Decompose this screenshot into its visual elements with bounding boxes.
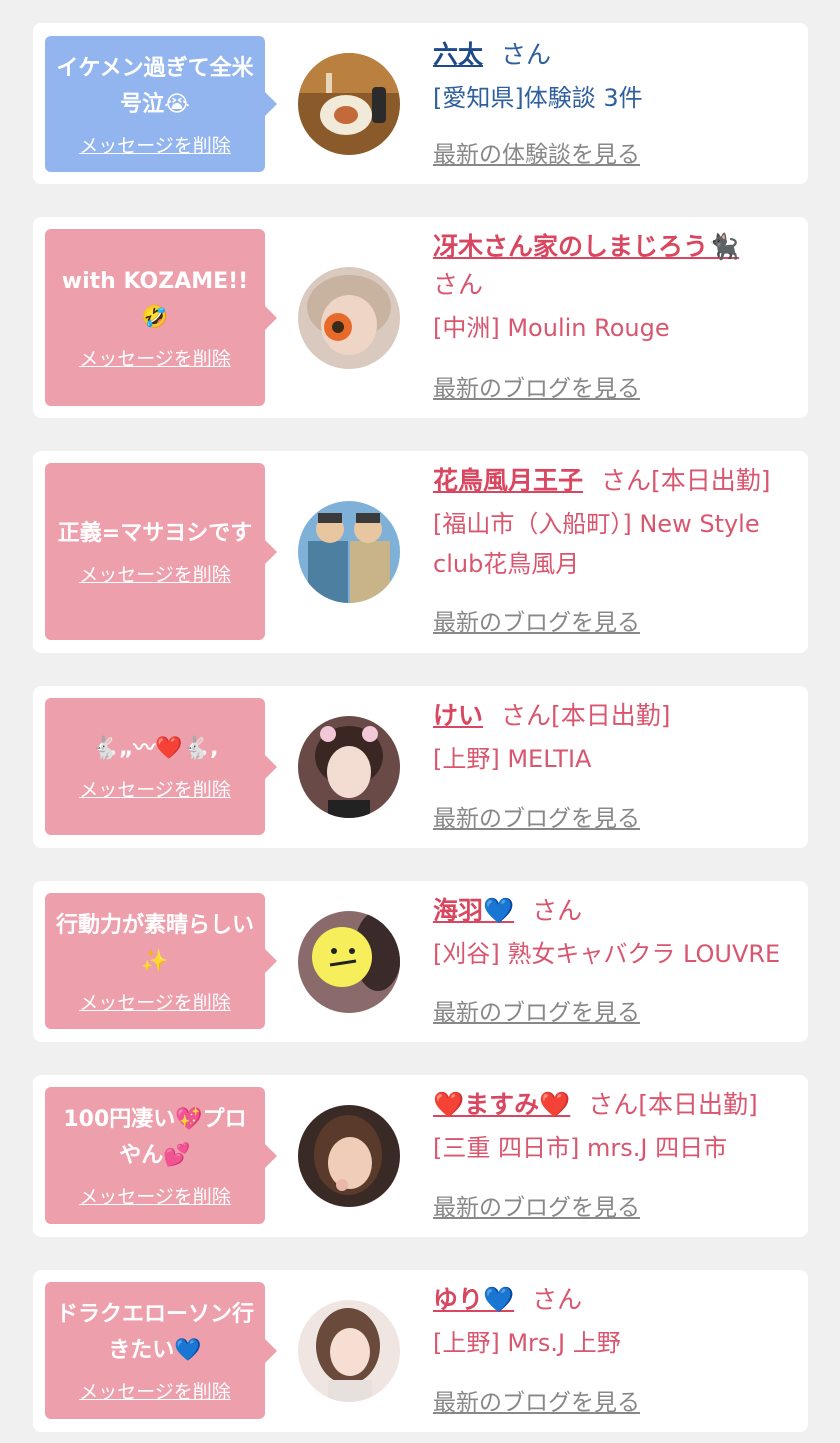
cast-name-link[interactable]: けい (433, 701, 483, 730)
message-bubble: ドラクエローソン行きたい💙 メッセージを削除 (45, 1282, 277, 1419)
honorific: さん (433, 270, 484, 299)
favorite-card: ドラクエローソン行きたい💙 メッセージを削除 ゆり💙 さん [上野] Mrs.J … (33, 1270, 808, 1432)
cast-info: けい さん[本日出勤] [上野] MELTIA (433, 697, 802, 779)
latest-link[interactable]: 最新のブログを見る (433, 1383, 640, 1417)
woman-selfie-avatar[interactable] (298, 1105, 400, 1207)
message-text: with KOZAME!!🤣 (61, 269, 249, 330)
favorite-list: イケメン過ぎて全米号泣😭 メッセージを削除 六太 さん [愛知県]体験談 3件 最… (0, 0, 840, 1443)
cast-name-link[interactable]: ゆり💙 (433, 1285, 514, 1314)
delete-message-link[interactable]: メッセージを削除 (79, 988, 231, 1015)
latest-link[interactable]: 最新のブログを見る (433, 369, 640, 403)
message-bubble: with KOZAME!!🤣 メッセージを削除 (45, 229, 277, 406)
shop-label: [上野] MELTIA (433, 745, 592, 773)
honorific: さん (532, 1285, 583, 1314)
woman-portrait-avatar[interactable] (298, 1300, 400, 1402)
delete-message-link[interactable]: メッセージを削除 (79, 131, 231, 158)
latest-link[interactable]: 最新のブログを見る (433, 603, 640, 637)
cast-info: ゆり💙 さん [上野] Mrs.J 上野 (433, 1281, 802, 1363)
honorific: さん (532, 896, 583, 925)
honorific: さん (588, 1090, 639, 1119)
shop-label: [刈谷] 熟女キャバクラ LOUVRE (433, 940, 781, 968)
flower-face-avatar[interactable] (298, 267, 400, 369)
honorific: さん (501, 701, 552, 730)
delete-message-link[interactable]: メッセージを削除 (79, 775, 231, 802)
smiley-face-avatar[interactable] (298, 911, 400, 1013)
cast-info: 六太 さん [愛知県]体験談 3件 (433, 36, 802, 118)
status-badge: [本日出勤] (638, 1090, 758, 1119)
shop-label: [愛知県]体験談 3件 (433, 84, 643, 112)
honorific: さん (501, 40, 552, 69)
delete-message-link[interactable]: メッセージを削除 (79, 1377, 231, 1404)
latest-link[interactable]: 最新のブログを見る (433, 799, 640, 833)
message-bubble: イケメン過ぎて全米号泣😭 メッセージを削除 (45, 36, 277, 172)
latest-link[interactable]: 最新のブログを見る (433, 1188, 640, 1222)
shop-label: [上野] Mrs.J 上野 (433, 1329, 621, 1357)
cast-name-link[interactable]: ❤️ますみ❤️ (433, 1090, 570, 1119)
status-badge: [本日出勤] (551, 701, 671, 730)
cast-info: 花鳥風月王子 さん[本日出勤] [福山市（入船町）] New Style club… (433, 462, 802, 584)
food-photo-avatar[interactable] (298, 53, 400, 155)
message-text: 🐇„〰❤️🐇, (91, 736, 219, 761)
cast-name-link[interactable]: 花鳥風月王子 (433, 466, 583, 495)
message-bubble: 行動力が素晴らしい✨ メッセージを削除 (45, 893, 277, 1029)
cast-name-link[interactable]: 海羽💙 (433, 896, 514, 925)
status-badge: [本日出勤] (651, 466, 771, 495)
favorite-card: イケメン過ぎて全米号泣😭 メッセージを削除 六太 さん [愛知県]体験談 3件 最… (33, 23, 808, 184)
message-bubble: 🐇„〰❤️🐇, メッセージを削除 (45, 698, 277, 835)
message-text: ドラクエローソン行きたい💙 (55, 1302, 254, 1363)
cast-name-link[interactable]: 冴木さん家のしまじろう🐈‍⬛ (433, 232, 739, 261)
shop-label: [三重 四日市] mrs.J 四日市 (433, 1134, 728, 1162)
message-text: 行動力が素晴らしい✨ (55, 912, 254, 974)
message-text: イケメン過ぎて全米号泣😭 (56, 55, 254, 117)
favorite-card: 行動力が素晴らしい✨ メッセージを削除 海羽💙 さん [刈谷] 熟女キャバクラ L… (33, 881, 808, 1042)
favorite-card: 正義=マサヨシです メッセージを削除 花鳥風月王子 さん[本日出勤] [福山市（入… (33, 451, 808, 653)
favorite-card: 100円凄い💖プロやん💕 メッセージを削除 ❤️ますみ❤️ さん[本日出勤] [三… (33, 1075, 808, 1237)
cast-info: 海羽💙 さん [刈谷] 熟女キャバクラ LOUVRE (433, 892, 802, 974)
anime-couple-avatar[interactable] (298, 501, 400, 603)
favorite-card: 🐇„〰❤️🐇, メッセージを削除 けい さん[本日出勤] [上野] MELTIA … (33, 686, 808, 848)
latest-link[interactable]: 最新のブログを見る (433, 993, 640, 1027)
woman-avatar[interactable] (298, 716, 400, 818)
delete-message-link[interactable]: メッセージを削除 (79, 560, 231, 587)
cast-info: ❤️ますみ❤️ さん[本日出勤] [三重 四日市] mrs.J 四日市 (433, 1086, 802, 1168)
shop-label: [福山市（入船町）] New Style club花鳥風月 (433, 510, 760, 578)
message-text: 100円凄い💖プロやん💕 (63, 1107, 247, 1168)
favorite-card: with KOZAME!!🤣 メッセージを削除 冴木さん家のしまじろう🐈‍⬛ さ… (33, 217, 808, 418)
delete-message-link[interactable]: メッセージを削除 (79, 1182, 231, 1209)
honorific: さん (601, 466, 652, 495)
latest-link[interactable]: 最新の体験談を見る (433, 135, 640, 169)
message-text: 正義=マサヨシです (57, 521, 253, 546)
shop-label: [中洲] Moulin Rouge (433, 314, 670, 342)
message-bubble: 正義=マサヨシです メッセージを削除 (45, 463, 277, 640)
cast-info: 冴木さん家のしまじろう🐈‍⬛ さん [中洲] Moulin Rouge (433, 228, 802, 348)
message-bubble: 100円凄い💖プロやん💕 メッセージを削除 (45, 1087, 277, 1224)
delete-message-link[interactable]: メッセージを削除 (79, 344, 231, 371)
cast-name-link[interactable]: 六太 (433, 40, 483, 69)
